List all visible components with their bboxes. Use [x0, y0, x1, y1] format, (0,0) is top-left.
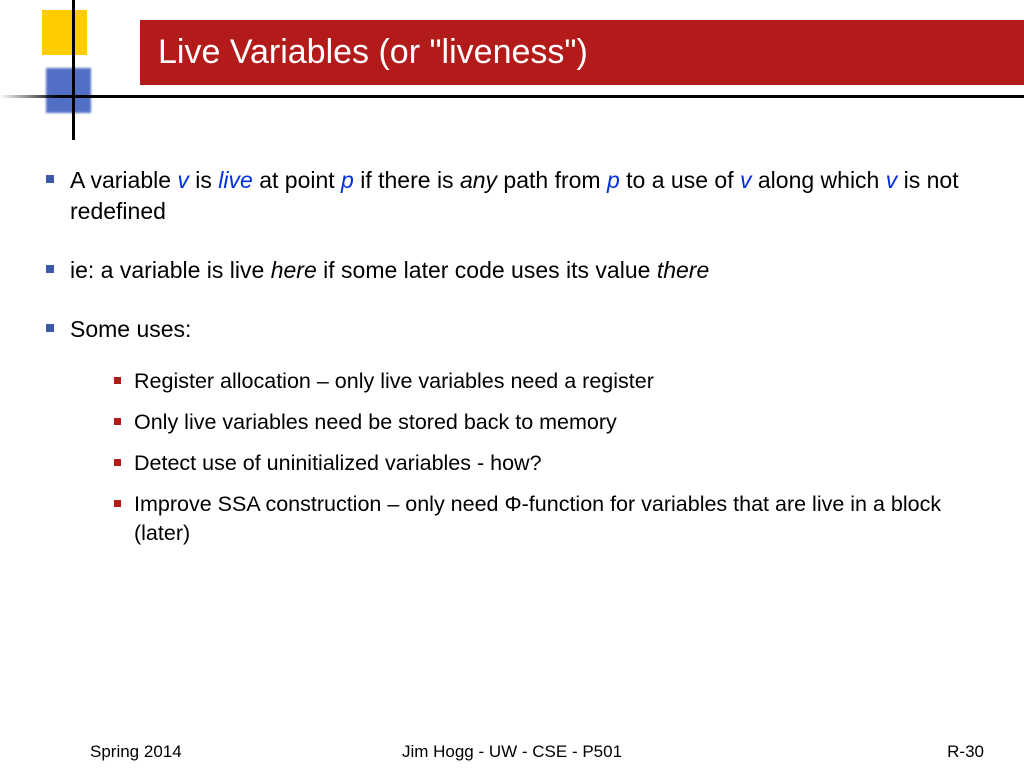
var-p: p	[607, 167, 620, 193]
horizontal-rule	[0, 95, 1024, 98]
bullet-item-uses: Some uses: Register allocation – only li…	[40, 314, 994, 548]
text: Register allocation – only live variable…	[134, 369, 654, 393]
var-v: v	[886, 167, 898, 193]
text: if there is	[354, 167, 460, 193]
term-here: here	[271, 257, 317, 283]
term-live: live	[218, 167, 253, 193]
text: Improve SSA construction – only need Φ-f…	[134, 492, 941, 545]
footer-author: Jim Hogg - UW - CSE - P501	[0, 742, 1024, 762]
text: if some later code uses its value	[317, 257, 657, 283]
text: to a use of	[620, 167, 740, 193]
bullet-item: ie: a variable is live here if some late…	[40, 255, 994, 286]
sub-bullet-item: Improve SSA construction – only need Φ-f…	[108, 490, 994, 548]
term-any: any	[460, 167, 497, 193]
footer-page-number: R-30	[947, 742, 984, 762]
var-v: v	[740, 167, 752, 193]
sub-bullet-item: Only live variables need be stored back …	[108, 408, 994, 437]
text: Some uses:	[70, 316, 191, 342]
text: Only live variables need be stored back …	[134, 410, 617, 434]
text: path from	[497, 167, 607, 193]
var-p: p	[341, 167, 354, 193]
bullet-item: A variable v is live at point p if there…	[40, 165, 994, 227]
text: A variable	[70, 167, 177, 193]
text: Detect use of uninitialized variables - …	[134, 451, 542, 475]
sub-bullet-item: Register allocation – only live variable…	[108, 367, 994, 396]
bullet-list: A variable v is live at point p if there…	[40, 165, 994, 548]
sub-bullet-list: Register allocation – only live variable…	[108, 367, 994, 548]
corner-blue-square	[46, 68, 91, 113]
slide-title-bar: Live Variables (or "liveness")	[140, 20, 1024, 85]
text: at point	[253, 167, 341, 193]
slide-body: A variable v is live at point p if there…	[40, 165, 994, 576]
var-v: v	[177, 167, 189, 193]
text: is	[189, 167, 218, 193]
corner-yellow-square	[42, 10, 87, 55]
vertical-rule	[72, 0, 75, 140]
text: along which	[751, 167, 885, 193]
text: ie: a variable is live	[70, 257, 271, 283]
sub-bullet-item: Detect use of uninitialized variables - …	[108, 449, 994, 478]
slide-title: Live Variables (or "liveness")	[158, 33, 588, 72]
term-there: there	[657, 257, 709, 283]
